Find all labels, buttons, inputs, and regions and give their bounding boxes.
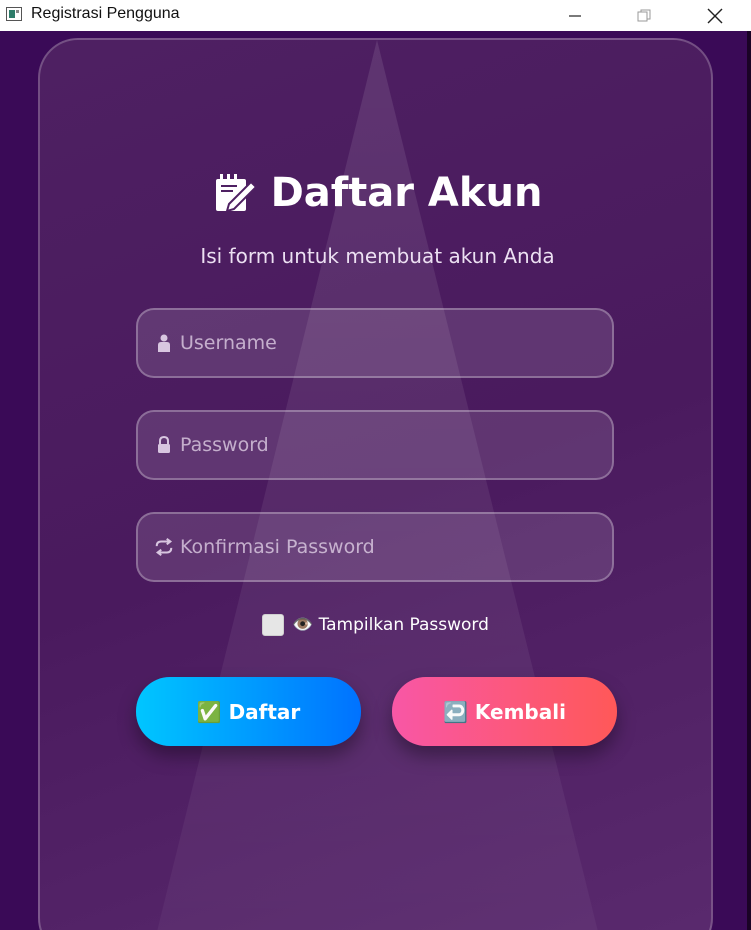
password-field[interactable] (136, 410, 614, 480)
back-button[interactable]: ↩️ Kembali (392, 677, 617, 746)
show-password-checkbox[interactable] (262, 614, 284, 636)
memo-pencil-icon (215, 174, 257, 213)
confirm-password-input[interactable] (180, 536, 580, 558)
maximize-button[interactable] (621, 0, 667, 31)
window-title: Registrasi Pengguna (31, 5, 180, 22)
username-input[interactable] (180, 332, 580, 354)
registration-card: Daftar Akun Isi form untuk membuat akun … (38, 38, 713, 930)
page-heading: Daftar Akun (40, 170, 711, 216)
lock-icon (154, 435, 174, 455)
restore-icon (637, 9, 651, 21)
app-icon (6, 7, 22, 21)
person-icon (154, 333, 174, 353)
username-field[interactable] (136, 308, 614, 378)
close-button[interactable] (692, 0, 738, 31)
password-input[interactable] (180, 434, 580, 456)
minimize-icon (569, 14, 581, 17)
subtitle: Isi form untuk membuat akun Anda (200, 244, 555, 268)
heading-text: Daftar Akun (270, 170, 543, 216)
window-edge (747, 31, 751, 930)
confirm-password-field[interactable] (136, 512, 614, 582)
show-password-toggle[interactable]: 👁️ Tampilkan Password (262, 614, 489, 636)
repeat-arrows-icon (154, 537, 174, 557)
register-button[interactable]: ✅ Daftar (136, 677, 361, 746)
close-icon (707, 8, 723, 23)
window-content: Daftar Akun Isi form untuk membuat akun … (0, 31, 751, 930)
minimize-button[interactable] (552, 0, 598, 31)
show-password-label: 👁️ Tampilkan Password (292, 615, 489, 635)
title-bar: Registrasi Pengguna (0, 0, 751, 31)
